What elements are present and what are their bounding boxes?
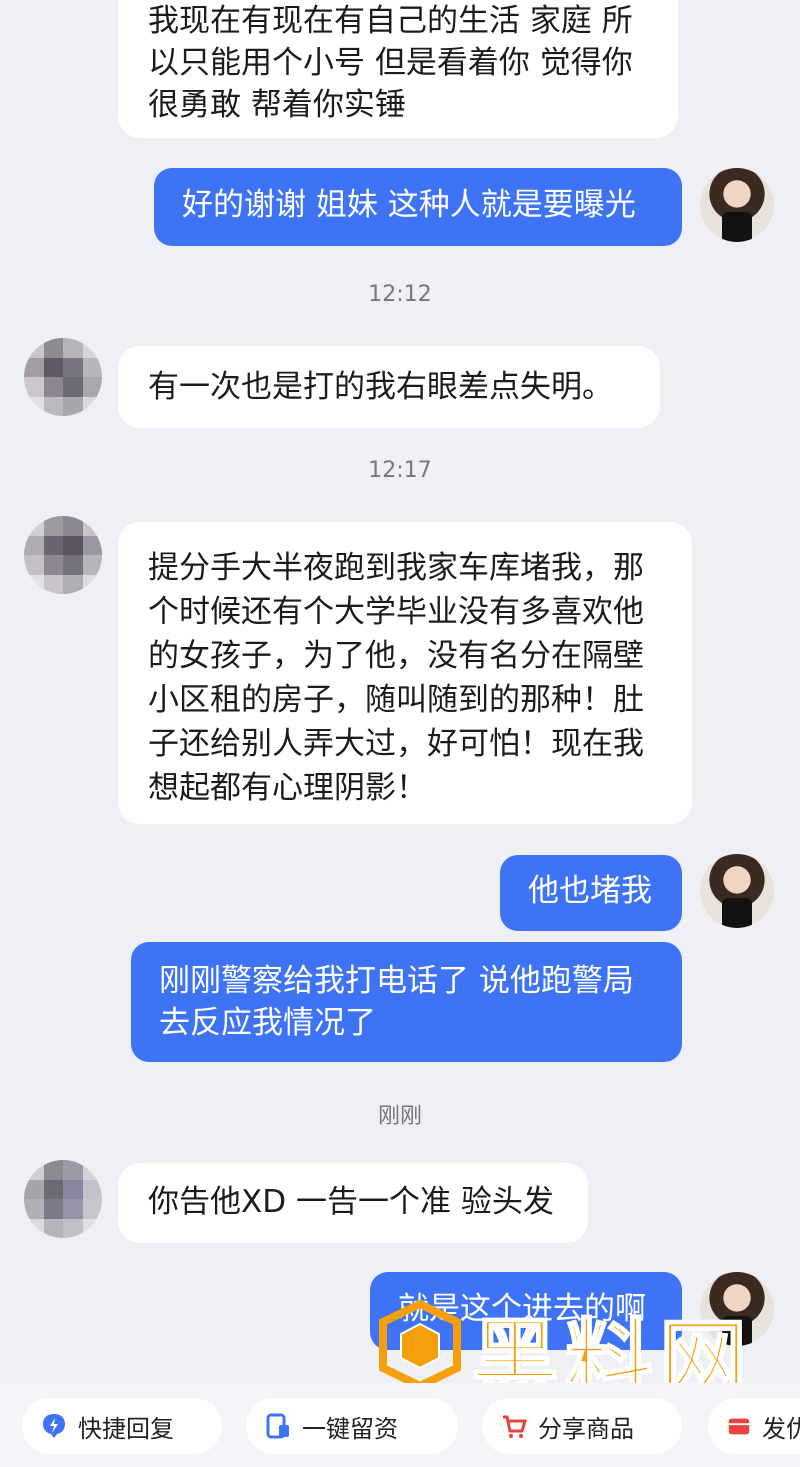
self-avatar[interactable] [700, 1272, 774, 1346]
contact-avatar[interactable] [24, 1160, 102, 1238]
message-line: 很勇敢 帮着你实锤 [148, 87, 406, 123]
message-line: 个时候还有个大学毕业没有多喜欢他 [148, 594, 644, 630]
message-bubble-incoming[interactable]: 提分手大半夜跑到我家车库堵我，那 个时候还有个大学毕业没有多喜欢他 的女孩子，为… [118, 522, 692, 824]
share-product-button[interactable]: 分享商品 [482, 1398, 682, 1454]
message-line: 的女孩子，为了他，没有名分在隔壁 [148, 638, 644, 674]
lightning-bubble-icon [43, 1414, 65, 1438]
form-icon [266, 1413, 289, 1439]
quick-action-bar: 快捷回复 一键留资 分享商品 发优 [0, 1383, 800, 1467]
message-line: 以只能用个小号 但是看着你 觉得你 [148, 45, 633, 81]
message-bubble-outgoing[interactable]: 好的谢谢 姐妹 这种人就是要曝光 [154, 168, 682, 246]
self-avatar[interactable] [700, 168, 774, 242]
message-bubble-outgoing[interactable]: 刚刚警察给我打电话了 说他跑警局 去反应我情况了 [131, 942, 682, 1062]
quick-reply-button[interactable]: 快捷回复 [22, 1398, 222, 1454]
timestamp: 刚刚 [377, 1104, 422, 1129]
message-line: 小区租的房子，随叫随到的那种！肚 [148, 682, 644, 718]
message-text: 就是这个进去的啊 [398, 1291, 646, 1327]
contact-avatar[interactable] [24, 338, 102, 416]
message-bubble-incoming[interactable]: 你告他XD 一告一个准 验头发 [118, 1163, 588, 1243]
one-click-lead-button[interactable]: 一键留资 [246, 1398, 458, 1454]
coupon-icon [728, 1418, 750, 1435]
message-line: 提分手大半夜跑到我家车库堵我，那 [148, 550, 644, 586]
timestamp: 12:17 [368, 458, 432, 483]
timestamp: 12:12 [368, 282, 432, 307]
message-text: 他也堵我 [528, 873, 652, 909]
message-line: 去反应我情况了 [159, 1005, 376, 1041]
message-line: 我现在有现在有自己的生活 家庭 所 [148, 3, 633, 39]
send-coupon-button[interactable]: 发优 [708, 1398, 800, 1454]
message-bubble-incoming[interactable]: 有一次也是打的我右眼差点失明。 [118, 346, 660, 428]
cart-icon [503, 1415, 528, 1438]
contact-avatar[interactable] [24, 516, 102, 594]
message-text: 你告他XD 一告一个准 验头发 [148, 1184, 554, 1220]
self-avatar[interactable] [700, 854, 774, 928]
send-coupon-label: 发优 [762, 1414, 800, 1443]
message-bubble-outgoing[interactable]: 就是这个进去的啊 [370, 1272, 682, 1350]
message-line: 刚刚警察给我打电话了 说他跑警局 [159, 963, 634, 999]
one-click-lead-label: 一键留资 [302, 1414, 398, 1443]
message-line: 子还给别人弄大过，好可怕！现在我 [148, 726, 644, 762]
share-product-label: 分享商品 [538, 1414, 634, 1443]
message-text: 有一次也是打的我右眼差点失明。 [148, 369, 613, 405]
message-bubble-outgoing[interactable]: 他也堵我 [500, 855, 682, 931]
quick-reply-label: 快捷回复 [78, 1414, 174, 1443]
message-bubble-incoming[interactable]: 我现在有现在有自己的生活 家庭 所 以只能用个小号 但是看着你 觉得你 很勇敢 … [118, 0, 678, 138]
message-text: 好的谢谢 姐妹 这种人就是要曝光 [182, 187, 636, 223]
message-line: 想起都有心理阴影！ [148, 770, 427, 806]
